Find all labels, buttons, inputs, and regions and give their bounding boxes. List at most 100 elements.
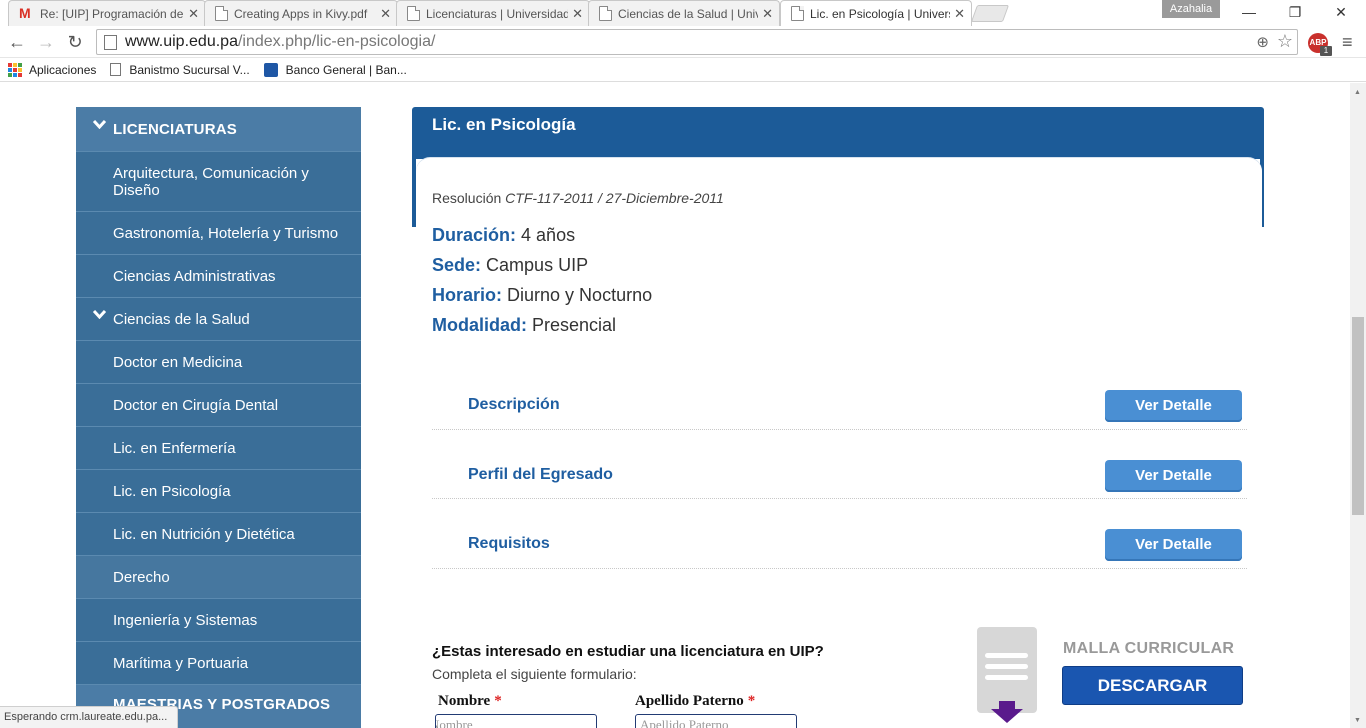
sidebar-item-gastronomia[interactable]: Gastronomía, Hotelería y Turismo (76, 212, 361, 255)
url-host: www.uip.edu.pa (125, 33, 238, 50)
close-tab-icon[interactable]: ✕ (762, 6, 773, 22)
sidebar-item-enfermeria[interactable]: Lic. en Enfermería (76, 427, 361, 470)
close-tab-icon[interactable]: ✕ (188, 6, 199, 22)
descargar-button[interactable]: DESCARGAR (1062, 666, 1243, 705)
apellido-label: Apellido Paterno * (635, 693, 755, 710)
sidebar-item-arquitectura[interactable]: Arquitectura, Comunicación y Diseño (76, 152, 361, 212)
sidebar-item-licenciaturas[interactable]: LICENCIATURAS (76, 107, 361, 152)
tab-kivy-pdf[interactable]: Creating Apps in Kivy.pdf ✕ (204, 0, 398, 26)
sidebar-item-label: Doctor en Cirugía Dental (113, 396, 279, 414)
page-icon (104, 34, 117, 50)
section-title[interactable]: Requisitos (468, 535, 550, 553)
section-perfil-egresado: Perfil del Egresado Ver Detalle (432, 429, 1247, 499)
profile-badge[interactable]: Azahalia (1162, 0, 1220, 18)
sidebar-item-psicologia[interactable]: Lic. en Psicología (76, 470, 361, 513)
zoom-icon[interactable]: ⊕ (1256, 33, 1269, 51)
program-header: Lic. en Psicología (412, 107, 1264, 159)
sidebar-item-maritima[interactable]: Marítima y Portuaria (76, 642, 361, 685)
sidebar-item-ciencias-salud[interactable]: Ciencias de la Salud (76, 298, 361, 341)
section-title[interactable]: Perfil del Egresado (468, 466, 613, 484)
scroll-down-icon[interactable]: ▼ (1354, 717, 1361, 724)
apellido-paterno-input[interactable]: Apellido Paterno (635, 714, 797, 728)
bookmark-star-icon[interactable]: ☆ (1277, 31, 1293, 52)
ver-detalle-perfil-button[interactable]: Ver Detalle (1105, 460, 1242, 492)
sidebar-item-label: Marítima y Portuaria (113, 654, 249, 672)
sidebar-item-label: Ingeniería y Sistemas (113, 611, 258, 629)
sidebar-item-medicina[interactable]: Doctor en Medicina (76, 341, 361, 384)
vertical-scrollbar[interactable]: ▲ ▼ (1350, 83, 1366, 728)
form-question: ¿Estas interesado en estudiar una licenc… (432, 643, 824, 660)
document-icon (407, 6, 420, 21)
required-asterisk: * (747, 693, 756, 709)
new-tab-button[interactable] (970, 5, 1010, 22)
bank-icon (263, 62, 278, 77)
restore-button[interactable]: ❐ (1280, 2, 1310, 22)
chevron-down-icon (93, 120, 106, 129)
close-tab-icon[interactable]: ✕ (572, 6, 583, 22)
sidebar-item-derecho[interactable]: Derecho (76, 556, 361, 599)
sidebar-item-label: Lic. en Enfermería (113, 439, 236, 457)
sidebar-item-label: Arquitectura, Comunicación y Diseño (113, 164, 309, 199)
resolution-label: Resolución (432, 190, 502, 206)
required-asterisk: * (494, 693, 502, 709)
fact-value: Campus UIP (486, 255, 589, 275)
address-bar[interactable]: www.uip.edu.pa/index.php/lic-en-psicolog… (96, 29, 1298, 55)
sidebar-item-label: Lic. en Psicología (113, 482, 231, 500)
malla-curricular-label: MALLA CURRICULAR (1063, 640, 1235, 657)
section-title[interactable]: Descripción (468, 396, 560, 414)
ver-detalle-requisitos-button[interactable]: Ver Detalle (1105, 529, 1242, 561)
tab-title: Licenciaturas | Universidad (426, 6, 569, 21)
fact-label: Modalidad: (432, 315, 527, 335)
sidebar-item-ciencias-administrativas[interactable]: Ciencias Administrativas (76, 255, 361, 298)
scrollbar-thumb[interactable] (1352, 317, 1364, 515)
field-label: Apellido Paterno (635, 693, 744, 709)
fact-value: Presencial (532, 315, 617, 335)
fact-sede: Sede: Campus UIP (432, 255, 588, 276)
sidebar-item-label: Lic. en Nutrición y Dietética (113, 525, 295, 543)
sidebar-item-nutricion[interactable]: Lic. en Nutrición y Dietética (76, 513, 361, 556)
sidebar-item-label: Derecho (113, 568, 170, 586)
scroll-up-icon[interactable]: ▲ (1354, 89, 1361, 96)
section-requisitos: Requisitos Ver Detalle (432, 499, 1247, 569)
close-tab-icon[interactable]: ✕ (380, 6, 391, 22)
field-label: Nombre (438, 693, 491, 709)
forward-arrow-icon[interactable]: → (34, 30, 58, 54)
fact-modalidad: Modalidad: Presencial (432, 315, 616, 336)
gmail-icon: M (19, 5, 31, 21)
document-icon (791, 6, 804, 21)
sidebar-item-cirugia-dental[interactable]: Doctor en Cirugía Dental (76, 384, 361, 427)
bookmark-label: Banistmo Sucursal V... (129, 62, 250, 77)
tab-gmail[interactable]: M Re: [UIP] Programación de ✕ (8, 0, 206, 26)
fact-label: Sede: (432, 255, 482, 275)
sidebar-item-ingenieria[interactable]: Ingeniería y Sistemas (76, 599, 361, 642)
document-download-icon (977, 627, 1037, 723)
back-arrow-icon[interactable]: ← (5, 30, 29, 54)
minimize-button[interactable]: — (1234, 2, 1264, 22)
close-window-button[interactable]: ✕ (1326, 2, 1356, 22)
close-tab-icon[interactable]: ✕ (954, 6, 965, 22)
reload-icon[interactable]: ↻ (63, 30, 87, 54)
tab-title: Ciencias de la Salud | Univ (618, 6, 759, 21)
page-title: Lic. en Psicología (432, 115, 576, 134)
sidebar-nav: LICENCIATURAS Arquitectura, Comunicación… (76, 107, 361, 728)
nombre-label: Nombre * (438, 693, 502, 710)
bookmark-label: Banco General | Ban... (285, 62, 407, 77)
tab-psicologia[interactable]: Lic. en Psicología | Univers ✕ (780, 0, 972, 26)
tab-ciencias-salud[interactable]: Ciencias de la Salud | Univ ✕ (588, 0, 780, 26)
fact-value: 4 años (521, 225, 576, 245)
tab-licenciaturas[interactable]: Licenciaturas | Universidad ✕ (396, 0, 590, 26)
bookmark-apps[interactable]: Aplicaciones (8, 62, 96, 77)
ver-detalle-descripcion-button[interactable]: Ver Detalle (1105, 390, 1242, 422)
chevron-down-icon (93, 310, 106, 319)
chrome-menu-icon[interactable]: ≡ (1342, 32, 1353, 53)
section-descripcion: Descripción Ver Detalle (432, 360, 1247, 430)
nombre-input[interactable]: Nombre (435, 714, 597, 728)
browser-toolbar: ← → ↻ www.uip.edu.pa/index.php/lic-en-ps… (0, 26, 1366, 58)
tab-title: Lic. en Psicología | Univers (810, 6, 951, 21)
bookmark-banco-general[interactable]: Banco General | Ban... (263, 62, 407, 77)
browser-window: M Re: [UIP] Programación de ✕ Creating A… (0, 0, 1366, 728)
form-subtitle: Completa el siguiente formulario: (432, 666, 637, 682)
fact-duracion: Duración: 4 años (432, 225, 575, 246)
bookmark-banistmo[interactable]: Banistmo Sucursal V... (110, 62, 250, 77)
fact-value: Diurno y Nocturno (507, 285, 653, 305)
